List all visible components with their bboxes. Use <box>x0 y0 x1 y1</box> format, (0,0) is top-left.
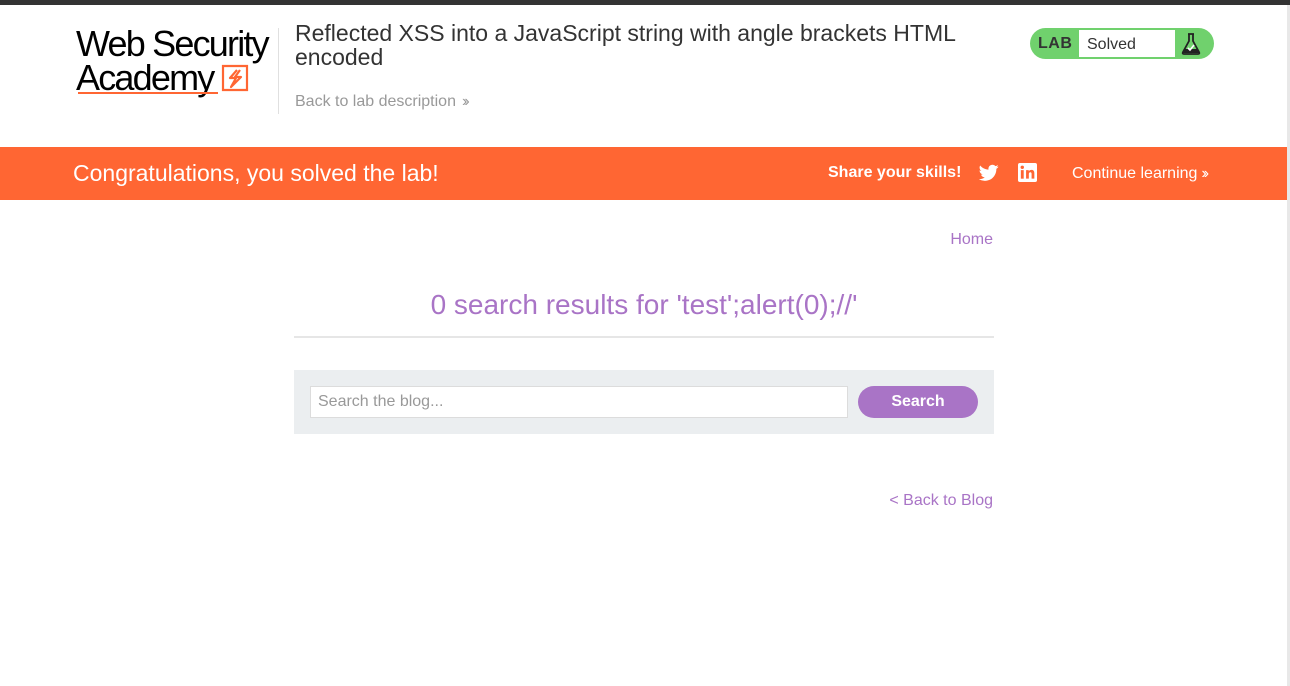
lab-status-widget: LAB Solved <box>1030 28 1214 59</box>
lab-status-tag: LAB <box>1038 35 1073 52</box>
search-results-heading: 0 search results for 'test';alert(0);//' <box>430 289 858 320</box>
home-link[interactable]: Home <box>950 231 993 249</box>
back-to-lab-description-link[interactable]: Back to lab description ›› <box>295 93 469 111</box>
flask-icon <box>1181 33 1201 55</box>
twitter-icon[interactable] <box>979 164 999 182</box>
congratulations-message: Congratulations, you solved the lab! <box>73 160 439 186</box>
continue-learning-link[interactable]: Continue learning ›› <box>1072 165 1209 183</box>
back-to-lab-description-label: Back to lab description <box>295 93 456 110</box>
linkedin-icon[interactable] <box>1018 163 1037 182</box>
heading-divider <box>294 336 994 338</box>
header-divider <box>278 28 279 114</box>
logo-underline <box>78 92 218 94</box>
search-input[interactable] <box>310 386 848 418</box>
lab-status-value: Solved <box>1087 36 1136 53</box>
search-form: Search <box>294 370 994 434</box>
share-skills-label: Share your skills! <box>828 164 962 181</box>
top-border <box>0 0 1290 5</box>
continue-learning-label: Continue learning <box>1072 165 1198 182</box>
back-to-blog-link[interactable]: < Back to Blog <box>889 492 993 510</box>
logo-mark-icon <box>221 64 249 92</box>
solved-banner: Congratulations, you solved the lab! Sha… <box>0 147 1287 200</box>
academy-logo[interactable]: Web Security Academy <box>76 26 276 98</box>
chevron-double-right-icon: ›› <box>461 93 469 110</box>
lab-title: Reflected XSS into a JavaScript string w… <box>295 20 956 70</box>
lab-status-value-box: Solved <box>1078 29 1176 58</box>
search-button[interactable]: Search <box>858 386 978 418</box>
chevron-double-right-icon: ›› <box>1201 165 1208 182</box>
logo-text-line2: Academy <box>76 57 215 98</box>
